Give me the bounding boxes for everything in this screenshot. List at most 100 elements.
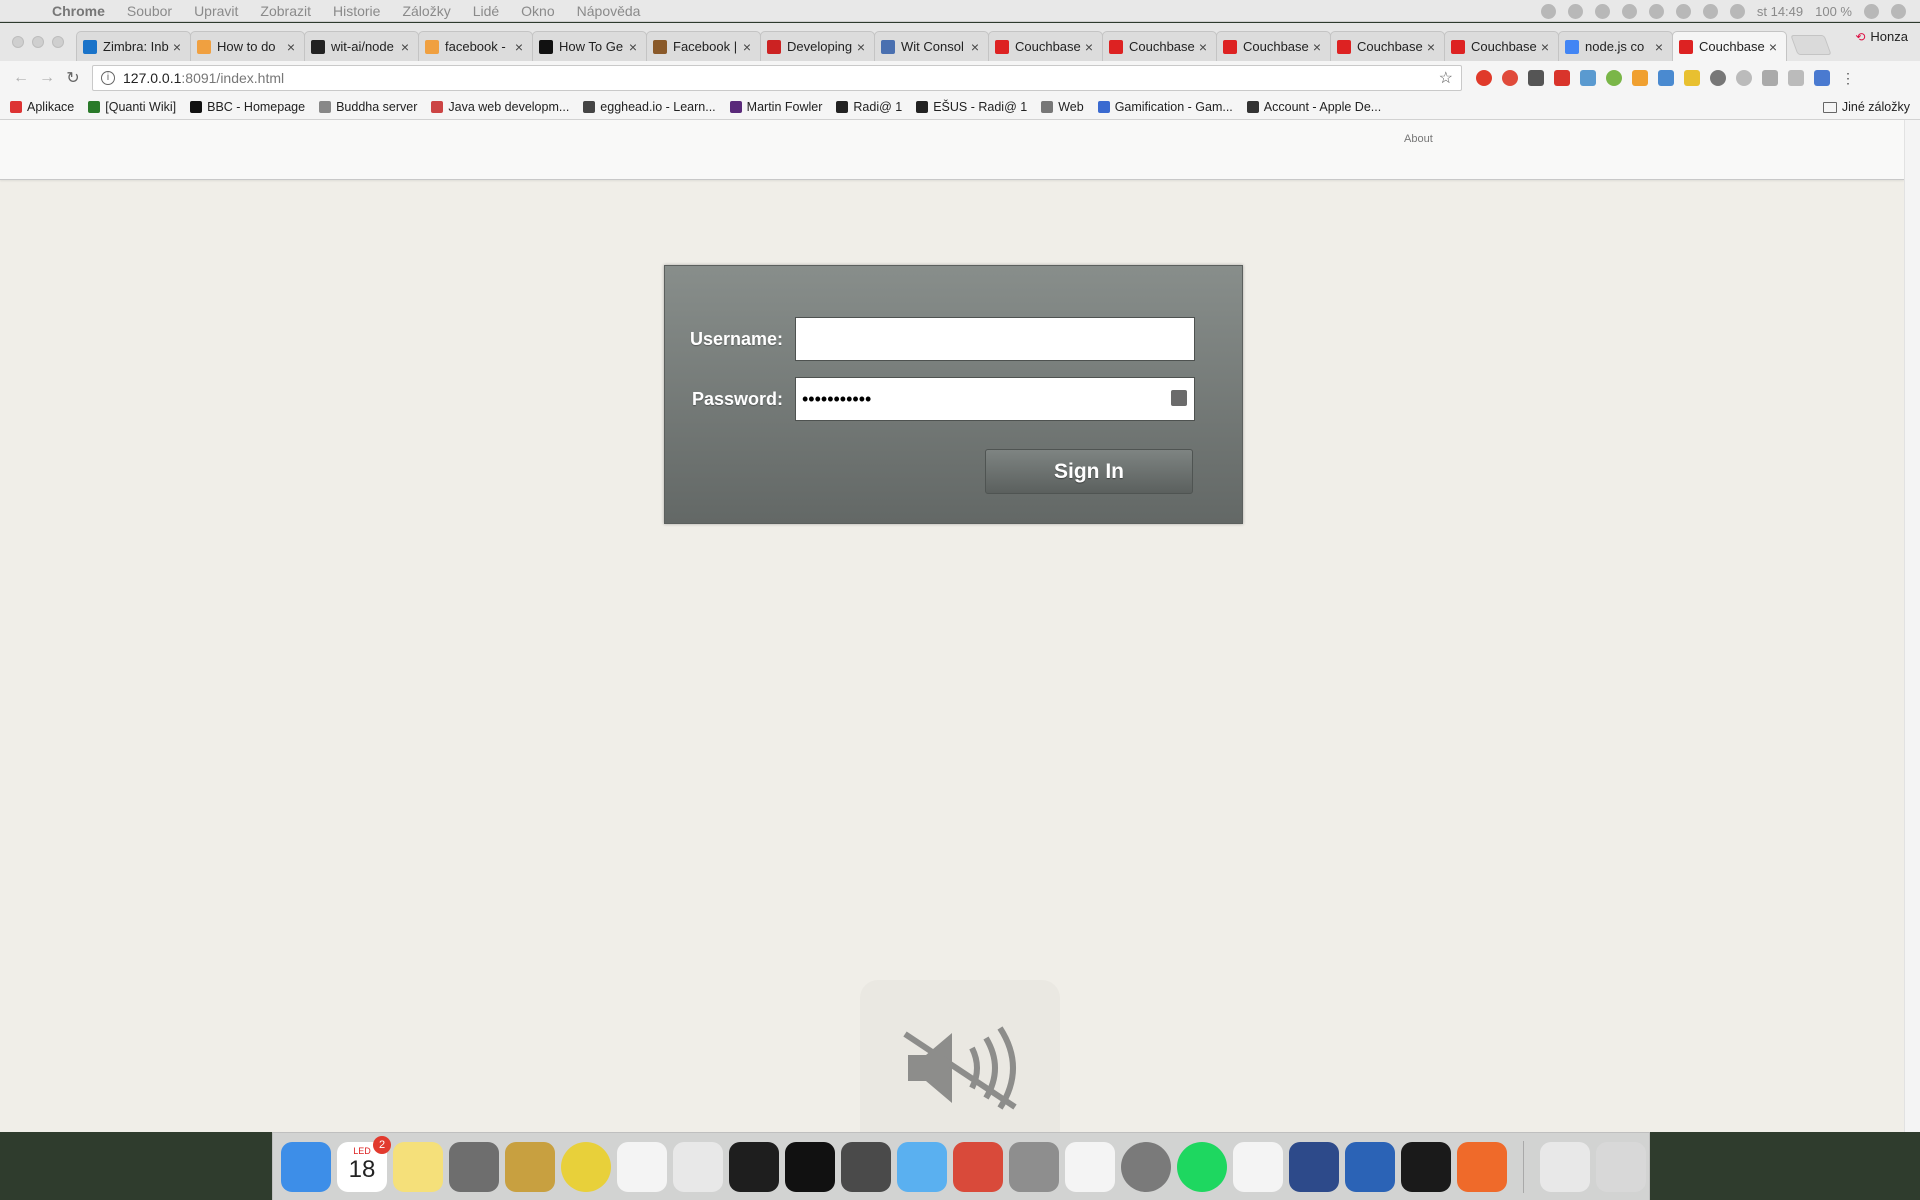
username-input[interactable]	[795, 317, 1195, 361]
browser-tab[interactable]: facebook - ×	[418, 31, 533, 61]
tab-close-icon[interactable]: ×	[512, 39, 526, 55]
preferences-icon[interactable]	[1009, 1141, 1059, 1192]
tab-close-icon[interactable]: ×	[740, 39, 754, 55]
notification-center-icon[interactable]	[1891, 3, 1906, 19]
code-editor-icon[interactable]	[1289, 1141, 1339, 1192]
calendar-icon[interactable]: LED 18 2	[337, 1135, 391, 1192]
tab-close-icon[interactable]: ×	[854, 39, 868, 55]
menu-soubor[interactable]: Soubor	[127, 3, 172, 19]
bookmark-item[interactable]: Aplikace	[10, 100, 74, 114]
maximize-window-icon[interactable]	[52, 36, 64, 48]
cloud-icon[interactable]	[1594, 3, 1610, 19]
s-extension-icon[interactable]	[1554, 70, 1570, 86]
browser-tab[interactable]: wit-ai/node ×	[304, 31, 419, 61]
notes-icon[interactable]	[393, 1141, 443, 1192]
bookmark-item[interactable]: Radi@ 1	[836, 100, 902, 114]
reader-extension-icon[interactable]	[1788, 70, 1804, 86]
menu-zalozky[interactable]: Záložky	[402, 3, 450, 19]
webstorm-icon[interactable]	[1401, 1141, 1451, 1192]
browser-tab[interactable]: node.js co ×	[1558, 31, 1673, 61]
color-extension-icon[interactable]	[1606, 70, 1622, 86]
photos-icon[interactable]	[617, 1141, 667, 1192]
rss-icon[interactable]	[1632, 70, 1648, 86]
browser-tab[interactable]: Developing ×	[760, 31, 875, 61]
picasa-icon[interactable]	[1065, 1141, 1115, 1192]
tab-close-icon[interactable]: ×	[1652, 39, 1666, 55]
bookmark-item[interactable]: Web	[1041, 100, 1084, 114]
bookmark-item[interactable]: EŠUS - Radi@ 1	[916, 100, 1027, 114]
tab-close-icon[interactable]: ×	[968, 39, 982, 55]
volume-icon[interactable]	[1729, 3, 1745, 19]
page-scrollbar[interactable]	[1904, 120, 1920, 1132]
adblock-icon[interactable]	[1502, 70, 1518, 86]
transmit-icon[interactable]	[505, 1141, 555, 1192]
password-input[interactable]	[795, 377, 1195, 421]
battery-indicator[interactable]: 100 %	[1815, 4, 1852, 19]
tab-close-icon[interactable]: ×	[1196, 39, 1210, 55]
menu-napoveda[interactable]: Nápověda	[577, 3, 641, 19]
chrome-icon[interactable]	[561, 1141, 611, 1192]
terminal-icon[interactable]	[729, 1141, 779, 1192]
bookmark-item[interactable]: Martin Fowler	[729, 100, 822, 114]
browser-tab[interactable]: Couchbase ×	[1102, 31, 1217, 61]
wifi-icon[interactable]	[1702, 3, 1718, 19]
power-icon[interactable]	[1121, 1141, 1171, 1192]
spotify-icon[interactable]	[1177, 1141, 1227, 1192]
menu-lide[interactable]: Lidé	[473, 3, 499, 19]
history-extension-icon[interactable]	[1762, 70, 1778, 86]
drive-icon[interactable]	[1567, 3, 1583, 19]
minimize-window-icon[interactable]	[32, 36, 44, 48]
browser-tab[interactable]: Zimbra: Inb ×	[76, 31, 191, 61]
close-window-icon[interactable]	[12, 36, 24, 48]
slack-icon[interactable]	[1233, 1141, 1283, 1192]
bookmark-item[interactable]: BBC - Homepage	[190, 100, 305, 114]
profile-button[interactable]: ⟲ Honza	[1855, 29, 1908, 44]
menu-upravit[interactable]: Upravit	[194, 3, 238, 19]
browser-tab[interactable]: Couchbase ×	[1216, 31, 1331, 61]
sticky-extension-icon[interactable]	[1684, 70, 1700, 86]
reload-icon[interactable]: ↻	[60, 68, 86, 88]
time-machine-icon[interactable]	[1621, 3, 1637, 19]
tab-close-icon[interactable]: ×	[284, 39, 298, 55]
finder-icon[interactable]	[281, 1141, 331, 1192]
cloud-extension-icon[interactable]	[1736, 70, 1752, 86]
tab-close-icon[interactable]: ×	[398, 39, 412, 55]
tab-close-icon[interactable]: ×	[1082, 39, 1096, 55]
translate-icon[interactable]	[1814, 70, 1830, 86]
bookmark-item[interactable]: egghead.io - Learn...	[583, 100, 716, 114]
intellij-icon[interactable]	[785, 1141, 835, 1192]
other-bookmarks-folder[interactable]: Jiné záložky	[1822, 100, 1910, 114]
bluetooth-icon[interactable]	[1675, 3, 1691, 19]
menu-app-name[interactable]: Chrome	[52, 3, 105, 19]
tab-close-icon[interactable]: ×	[170, 39, 184, 55]
zip-archive-icon[interactable]	[1540, 1141, 1590, 1192]
airplay-icon[interactable]	[1648, 3, 1664, 19]
browser-tab[interactable]: Wit Consol ×	[874, 31, 989, 61]
site-info-icon[interactable]: i	[101, 71, 115, 85]
edit-extension-icon[interactable]	[1658, 70, 1674, 86]
messages-icon[interactable]	[897, 1141, 947, 1192]
launchpad-icon[interactable]	[673, 1141, 723, 1192]
bookmark-star-icon[interactable]: ☆	[1439, 68, 1453, 88]
pen-extension-icon[interactable]	[1580, 70, 1596, 86]
browser-tab[interactable]: Couchbase ×	[1672, 31, 1787, 61]
sync-extension-icon[interactable]	[1710, 70, 1726, 86]
trash-icon[interactable]	[1596, 1141, 1646, 1192]
bookmark-item[interactable]: Account - Apple De...	[1246, 100, 1381, 114]
tab-close-icon[interactable]: ×	[626, 39, 640, 55]
menu-okno[interactable]: Okno	[521, 3, 554, 19]
bookmark-item[interactable]: Buddha server	[319, 100, 417, 114]
browser-tab[interactable]: Couchbase ×	[1330, 31, 1445, 61]
bookmark-item[interactable]: Gamification - Gam...	[1097, 100, 1233, 114]
new-tab-button[interactable]	[1790, 35, 1832, 55]
bookmark-item[interactable]: [Quanti Wiki]	[88, 100, 176, 114]
wunderlist-icon[interactable]	[953, 1141, 1003, 1192]
browser-tab[interactable]: Couchbase ×	[988, 31, 1103, 61]
menu-dots-icon[interactable]: ⋮	[1840, 70, 1856, 86]
opera-extension-icon[interactable]	[1476, 70, 1492, 86]
browser-tab[interactable]: How To Ge ×	[532, 31, 647, 61]
tab-close-icon[interactable]: ×	[1310, 39, 1324, 55]
menu-zobrazit[interactable]: Zobrazit	[260, 3, 311, 19]
sublime-text-icon[interactable]	[841, 1141, 891, 1192]
menubar-clock[interactable]: st 14:49	[1757, 4, 1803, 19]
